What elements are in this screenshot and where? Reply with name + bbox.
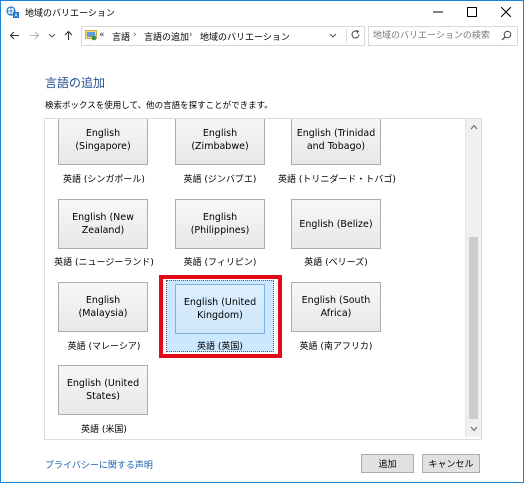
forward-arrow-icon[interactable] <box>27 28 41 42</box>
language-tile-philippines[interactable]: English (Philippines) <box>175 199 265 249</box>
search-icon[interactable] <box>501 30 512 44</box>
close-icon <box>501 7 511 17</box>
language-caption[interactable]: 英語 (南アフリカ) <box>279 339 393 352</box>
close-button[interactable] <box>489 1 523 23</box>
language-tile-new-zealand[interactable]: English (New Zealand) <box>58 199 148 249</box>
language-caption[interactable]: 英語 (米国) <box>47 422 161 435</box>
breadcrumb-separator-icon: › <box>133 30 137 40</box>
highlight-annotation-frame <box>159 275 282 358</box>
cancel-button[interactable]: キャンセル <box>422 454 480 473</box>
search-box[interactable] <box>368 26 518 46</box>
language-tile-malaysia[interactable]: English (Malaysia) <box>58 282 148 332</box>
search-input[interactable] <box>373 29 493 42</box>
back-arrow-icon[interactable] <box>7 28 21 42</box>
language-tile-trinidad-and-tobago[interactable]: English (Trinidad and Tobago) <box>291 119 381 165</box>
breadcrumb-separator-icon: › <box>189 30 193 40</box>
breadcrumb-overflow[interactable]: « <box>99 30 105 40</box>
privacy-statement-link[interactable]: プライバシーに関する声明 <box>45 458 153 471</box>
maximize-button[interactable] <box>455 1 489 23</box>
language-caption[interactable]: 英語 (シンガポール) <box>47 172 161 185</box>
language-tile-south-africa[interactable]: English (South Africa) <box>291 282 381 332</box>
address-bar[interactable]: « 言語 › 言語の追加 › 地域のバリエーション <box>81 26 365 46</box>
language-tile-united-states[interactable]: English (United States) <box>58 365 148 415</box>
language-caption[interactable]: 英語 (トリニダード・トバゴ) <box>277 172 397 185</box>
language-caption[interactable]: 英語 (ニュージーランド) <box>47 255 161 268</box>
scrollbar-thumb[interactable] <box>469 237 478 419</box>
language-list[interactable]: English (Singapore) 英語 (シンガポール) English … <box>44 118 482 440</box>
recent-locations-chevron-icon[interactable] <box>45 28 59 42</box>
svg-text:A: A <box>14 13 18 19</box>
page-description: 検索ボックスを使用して、他の言語を探すことができます。 <box>45 101 273 111</box>
breadcrumb-item-region-variations[interactable]: 地域のバリエーション <box>200 30 290 43</box>
minimize-icon <box>433 11 443 13</box>
vertical-scrollbar[interactable] <box>465 119 481 437</box>
language-caption[interactable]: 英語 (マレーシア) <box>47 339 161 352</box>
scroll-down-arrow-icon[interactable] <box>466 422 481 436</box>
minimize-button[interactable] <box>421 1 455 23</box>
window: A 地域のバリエーション « 言語 › 言語の追加 › 地域のバリエーション 地… <box>0 0 524 483</box>
maximize-icon <box>467 7 477 17</box>
control-panel-icon <box>85 29 97 44</box>
add-button[interactable]: 追加 <box>361 454 414 473</box>
language-caption[interactable]: 英語 (ジンバブエ) <box>163 172 277 185</box>
region-app-icon: A <box>6 5 20 19</box>
title-bar[interactable]: A 地域のバリエーション <box>1 1 523 23</box>
language-caption[interactable]: 英語 (フィリピン) <box>163 255 277 268</box>
language-tile-belize[interactable]: English (Belize) <box>291 199 381 249</box>
refresh-icon[interactable] <box>346 29 361 42</box>
breadcrumb-item-languages[interactable]: 言語 <box>112 30 130 43</box>
breadcrumb-item-add-language[interactable]: 言語の追加 <box>144 30 189 43</box>
page-title: 言語の追加 <box>45 76 106 90</box>
language-tile-zimbabwe[interactable]: English (Zimbabwe) <box>175 119 265 165</box>
address-dropdown-chevron-icon[interactable] <box>329 31 337 42</box>
scroll-up-arrow-icon[interactable] <box>466 120 481 134</box>
navigation-bar: « 言語 › 言語の追加 › 地域のバリエーション <box>1 24 523 48</box>
language-tile-singapore[interactable]: English (Singapore) <box>58 119 148 165</box>
window-title: 地域のバリエーション <box>25 9 115 19</box>
up-arrow-icon[interactable] <box>61 28 75 42</box>
language-caption[interactable]: 英語 (ベリーズ) <box>279 255 393 268</box>
